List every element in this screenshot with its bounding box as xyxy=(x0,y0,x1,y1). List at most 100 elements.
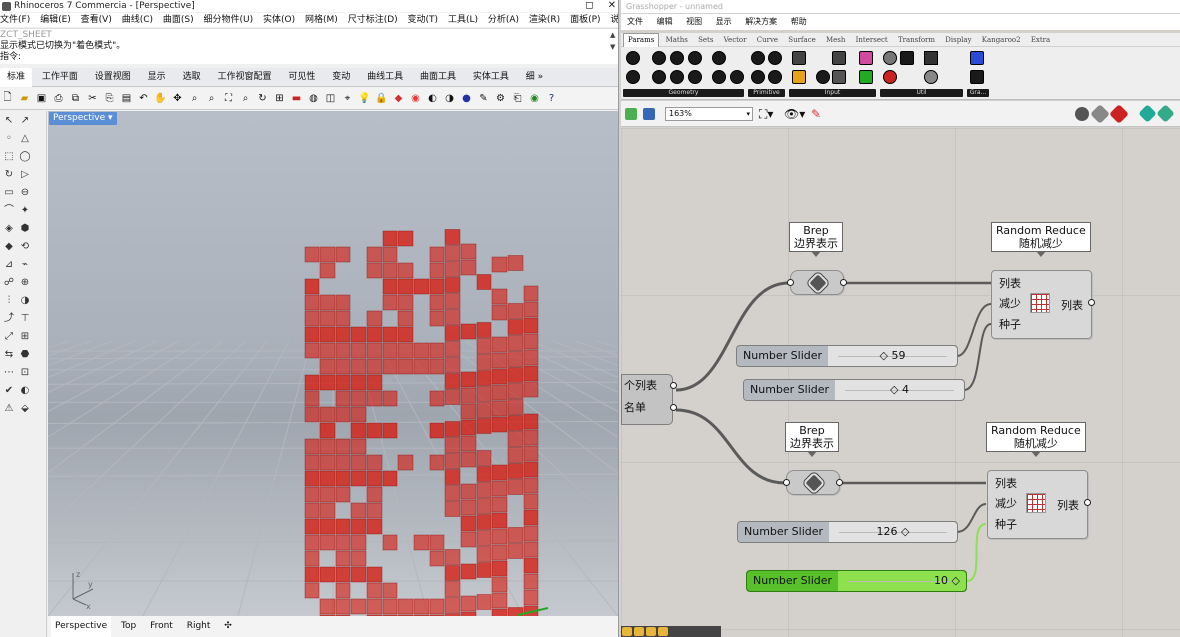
menu-view[interactable]: 查看(V) xyxy=(81,15,112,25)
input-list-icon[interactable] xyxy=(832,70,846,84)
util-cluster-icon[interactable] xyxy=(900,51,914,65)
brep-cell[interactable] xyxy=(304,326,320,343)
brep-cell[interactable] xyxy=(304,470,320,487)
brep-cell[interactable] xyxy=(507,527,524,543)
brep-cell[interactable] xyxy=(444,565,461,581)
number-slider-1[interactable]: Number Slider ◇ 59 xyxy=(736,345,958,367)
brep-cell[interactable] xyxy=(382,262,398,279)
param-mesh-icon[interactable] xyxy=(712,51,726,65)
brep-cell[interactable] xyxy=(319,374,336,391)
brep-cell[interactable] xyxy=(491,416,508,433)
brep-cell[interactable] xyxy=(460,243,477,260)
menu-file[interactable]: 文件(F) xyxy=(0,15,30,25)
brep-cell[interactable] xyxy=(491,528,508,545)
brep-cell[interactable] xyxy=(460,419,477,436)
restore-icon[interactable]: ◻ xyxy=(585,0,593,11)
brep-cell[interactable] xyxy=(366,518,383,535)
brep-cell[interactable] xyxy=(444,277,461,293)
tab-select[interactable]: 选取 xyxy=(176,68,208,87)
number-slider-2[interactable]: Number Slider ◇ 4 xyxy=(743,379,965,401)
brep-cell[interactable] xyxy=(476,354,492,370)
brep-cell[interactable] xyxy=(476,514,492,530)
brep-cell[interactable] xyxy=(476,530,492,546)
list-output-1[interactable]: 个列表 xyxy=(624,375,672,397)
slider-track[interactable]: 126 ◇ xyxy=(829,522,957,542)
four-viewports-icon[interactable]: ⊞ xyxy=(272,91,287,106)
brep-cell[interactable] xyxy=(444,485,461,501)
param-boolean-icon[interactable] xyxy=(751,51,765,65)
check-icon[interactable]: ✔ xyxy=(2,384,16,397)
brep-cell[interactable] xyxy=(366,390,383,407)
material-icon[interactable]: ◑ xyxy=(442,91,457,106)
param-box-icon[interactable] xyxy=(730,70,744,84)
brep-cell[interactable] xyxy=(460,563,477,580)
gh-tab-extra[interactable]: Extra xyxy=(1027,34,1054,47)
brep-cell[interactable] xyxy=(491,560,508,577)
util-relay-icon[interactable] xyxy=(924,70,938,84)
undo-icon[interactable]: ↶ xyxy=(136,91,151,106)
brep-cell[interactable] xyxy=(523,301,539,318)
brep-cell[interactable] xyxy=(366,310,383,327)
dimension-icon[interactable]: ⋯ xyxy=(2,366,16,379)
brep-cell[interactable] xyxy=(476,418,492,434)
brep-cell[interactable] xyxy=(319,342,336,359)
brep-cell[interactable] xyxy=(335,534,351,551)
brep-cell[interactable] xyxy=(304,406,320,423)
number-slider-3[interactable]: Number Slider 126 ◇ xyxy=(737,521,958,543)
brep-cell[interactable] xyxy=(413,598,430,615)
brep-cell[interactable] xyxy=(491,496,508,513)
random-reduce-2[interactable]: 列表 减少 种子 列表 xyxy=(987,470,1091,539)
brep-cell[interactable] xyxy=(382,470,398,487)
shaded-icon[interactable]: ◍ xyxy=(306,91,321,106)
brep-cell[interactable] xyxy=(491,512,508,529)
paste-icon[interactable]: ▤ xyxy=(119,91,134,106)
brep-cell[interactable] xyxy=(491,608,508,616)
brep-cell[interactable] xyxy=(397,278,414,295)
brep-cell[interactable] xyxy=(366,598,383,615)
brep-cell[interactable] xyxy=(507,479,524,495)
render-icon[interactable]: ◐ xyxy=(425,91,440,106)
box-icon[interactable]: ▭ xyxy=(2,186,16,199)
brep-cell[interactable] xyxy=(476,498,492,514)
gh-preview-eye-icon[interactable]: 👁▾ xyxy=(784,107,805,121)
list-output-2[interactable]: 名单 xyxy=(624,397,672,419)
warning-icon[interactable]: ⚠ xyxy=(2,402,16,415)
brep-cell[interactable] xyxy=(382,294,398,311)
brep-cell[interactable] xyxy=(335,582,351,599)
brep-cell[interactable] xyxy=(304,294,320,311)
rr1-input-seed[interactable]: 种子 xyxy=(999,318,1021,331)
gh-menu-edit[interactable]: 编辑 xyxy=(657,17,673,26)
brep-cell[interactable] xyxy=(523,557,539,574)
gh-brep-preview-icon[interactable] xyxy=(1156,104,1175,123)
brep-cell[interactable] xyxy=(523,413,539,430)
param-circle-icon[interactable] xyxy=(652,51,666,65)
brep-cell[interactable] xyxy=(382,342,398,359)
brep-cell[interactable] xyxy=(304,550,320,567)
lock-icon[interactable]: 🔒 xyxy=(374,91,389,106)
param-number-icon[interactable] xyxy=(768,70,782,84)
array-icon[interactable]: ⊞ xyxy=(18,330,32,343)
menu-surface[interactable]: 曲面(S) xyxy=(163,15,194,25)
output-port[interactable] xyxy=(1088,299,1095,306)
brep-cell[interactable] xyxy=(444,421,461,437)
random-reduce-1[interactable]: 列表 减少 种子 列表 xyxy=(991,270,1095,339)
gh-preview-wire-icon[interactable] xyxy=(1075,107,1089,121)
brep-cell[interactable] xyxy=(523,349,539,366)
list-component[interactable]: 个列表 名单 xyxy=(621,374,677,425)
menu-transform[interactable]: 变动(T) xyxy=(408,15,439,25)
brep-cell[interactable] xyxy=(507,431,524,447)
light-icon[interactable]: 💡 xyxy=(357,91,372,106)
menu-tools[interactable]: 工具(L) xyxy=(448,15,478,25)
rr1-output-list[interactable]: 列表 xyxy=(1061,297,1083,313)
output-port[interactable] xyxy=(670,382,677,389)
brep-cell[interactable] xyxy=(397,310,414,327)
brep-cell[interactable] xyxy=(507,303,524,319)
command-prompt[interactable]: 指令: xyxy=(0,52,620,63)
gh-sketch-icon[interactable]: ✎ xyxy=(811,107,821,121)
point-icon[interactable]: ◦ xyxy=(2,132,16,145)
brep-cell[interactable] xyxy=(366,582,383,599)
brep-cell[interactable] xyxy=(335,390,351,407)
brep-cell[interactable] xyxy=(319,326,336,343)
brep-cell[interactable] xyxy=(523,429,539,446)
brep-cell[interactable] xyxy=(397,454,414,471)
